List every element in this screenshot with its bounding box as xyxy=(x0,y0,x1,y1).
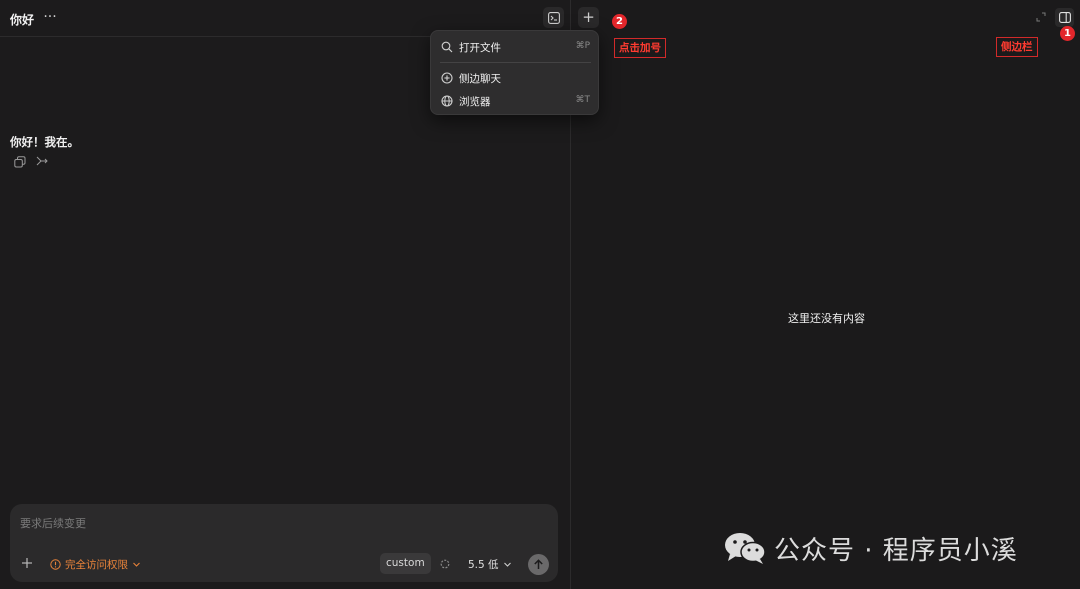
watermark: 公众号 · 程序员小溪 xyxy=(724,528,1018,568)
callout-sidebar-label: 侧边栏 xyxy=(996,37,1038,57)
new-tab-menu: 打开文件 ⌘P 侧边聊天 浏览器 ⌘T xyxy=(430,30,599,115)
copy-button[interactable] xyxy=(14,156,26,168)
step-badge-2: 2 xyxy=(612,14,627,29)
terminal-icon xyxy=(547,11,560,24)
custom-chip[interactable]: custom xyxy=(380,553,431,574)
model-label: 5.5 低 xyxy=(468,558,499,571)
more-options-button[interactable]: ··· xyxy=(42,8,58,26)
chevron-down-icon xyxy=(503,562,511,567)
warning-icon xyxy=(50,558,61,570)
menu-item-label: 浏览器 xyxy=(459,96,491,108)
wechat-icon xyxy=(725,533,766,564)
menu-item-label: 打开文件 xyxy=(459,42,501,54)
sidebar-icon xyxy=(1058,12,1071,23)
terminal-button[interactable] xyxy=(543,7,564,28)
search-icon xyxy=(441,41,453,53)
attach-button[interactable] xyxy=(20,556,34,570)
menu-item-browser[interactable]: 浏览器 ⌘T xyxy=(431,90,600,112)
composer: 要求后续变更 完全访问权限 custom 5.5 低 xyxy=(10,504,558,582)
copy-icon xyxy=(14,156,26,168)
globe-icon xyxy=(441,95,453,107)
plus-icon: + xyxy=(582,8,595,26)
composer-input[interactable]: 要求后续变更 xyxy=(20,515,86,531)
menu-item-side-chat[interactable]: 侧边聊天 xyxy=(431,67,600,89)
expand-button[interactable] xyxy=(1036,12,1046,22)
arrow-up-icon xyxy=(534,559,543,569)
plus-icon xyxy=(22,558,32,568)
menu-item-label: 侧边聊天 xyxy=(459,73,501,85)
send-button[interactable] xyxy=(528,554,549,575)
assistant-message: 你好！我在。 xyxy=(10,135,79,149)
branch-icon xyxy=(36,156,48,166)
menu-item-open-file[interactable]: 打开文件 ⌘P xyxy=(431,36,600,58)
side-panel xyxy=(571,0,1080,589)
plus-circle-icon xyxy=(441,72,453,84)
menu-item-shortcut: ⌘T xyxy=(575,95,591,105)
permission-label: 完全访问权限 xyxy=(65,558,128,571)
watermark-text: 公众号 · 程序员小溪 xyxy=(774,535,1018,566)
new-tab-button[interactable]: + xyxy=(578,7,599,28)
fork-button[interactable] xyxy=(36,155,49,168)
chat-title: 你好 xyxy=(10,13,35,27)
sidebar-toggle-button[interactable] xyxy=(1055,8,1074,27)
permission-dropdown[interactable]: 完全访问权限 xyxy=(50,556,141,572)
model-dropdown[interactable]: 5.5 低 xyxy=(468,556,512,572)
step-badge-1: 1 xyxy=(1060,26,1075,41)
menu-item-shortcut: ⌘P xyxy=(575,41,590,51)
menu-separator xyxy=(440,62,591,63)
loading-spinner-icon xyxy=(440,559,450,569)
chevron-down-icon xyxy=(133,562,140,567)
empty-state-text: 这里还没有内容 xyxy=(788,312,865,325)
callout-plus-label: 点击加号 xyxy=(614,38,666,58)
expand-icon xyxy=(1036,12,1046,22)
